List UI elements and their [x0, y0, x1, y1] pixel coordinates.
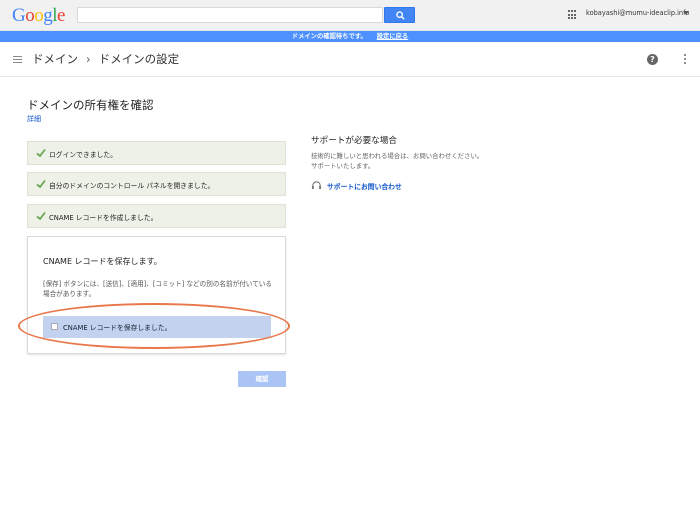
apps-grid-icon[interactable] — [568, 10, 578, 20]
back-to-setup-link[interactable]: 設定に戻る — [377, 33, 408, 40]
support-description: 技術的に難しいと思われる場合は、お問い合わせください。サポートいたします。 — [311, 152, 484, 170]
help-icon[interactable]: ? — [647, 54, 658, 65]
more-vert-icon[interactable] — [684, 54, 686, 64]
search-icon — [396, 11, 405, 20]
google-top-bar: Google kobayashi@mumu-ideaclip.info — [0, 0, 700, 31]
pending-verification-notice: ドメインの確認待ちです。 設定に戻る — [0, 31, 700, 42]
check-icon — [36, 179, 46, 189]
highlight-ellipse — [18, 303, 290, 349]
check-icon — [36, 148, 46, 158]
page-header: ドメイン › ドメインの設定 ? — [0, 42, 700, 77]
breadcrumb-domain[interactable]: ドメイン — [32, 52, 78, 66]
breadcrumb-separator: › — [86, 52, 91, 66]
contact-support-link[interactable]: サポートにお問い合わせ — [327, 181, 402, 191]
headset-icon — [311, 181, 322, 190]
confirm-button[interactable]: 確認 — [238, 371, 286, 387]
completed-step: CNAME レコードを作成しました。 — [27, 204, 286, 228]
breadcrumb-domain-settings: ドメインの設定 — [98, 52, 180, 66]
breadcrumb: ドメイン › ドメインの設定 — [32, 51, 179, 67]
details-link[interactable]: 詳細 — [27, 114, 41, 124]
menu-icon[interactable] — [13, 56, 22, 63]
check-icon — [36, 211, 46, 221]
completed-step: ログインできました。 — [27, 141, 286, 165]
current-step-description: [保存] ボタンには、[送信]、[適用]、[コミット] などの別の名前が付いてい… — [43, 280, 272, 298]
search-button[interactable] — [384, 7, 415, 23]
notice-message: ドメインの確認待ちです。 — [291, 33, 367, 40]
support-title: サポートが必要な場合 — [311, 136, 397, 146]
search-input[interactable] — [77, 7, 383, 23]
page-title: ドメインの所有権を確認 — [27, 98, 154, 112]
step-label: ログインできました。 — [49, 151, 117, 159]
current-step-title: CNAME レコードを保存します。 — [43, 257, 162, 266]
step-label: CNAME レコードを作成しました。 — [49, 214, 158, 222]
caret-down-icon[interactable] — [683, 11, 689, 15]
completed-step: 自分のドメインのコントロール パネルを開きました。 — [27, 172, 286, 196]
step-label: 自分のドメインのコントロール パネルを開きました。 — [49, 182, 215, 190]
account-email[interactable]: kobayashi@mumu-ideaclip.info — [586, 9, 689, 17]
google-logo[interactable]: Google — [12, 5, 65, 27]
